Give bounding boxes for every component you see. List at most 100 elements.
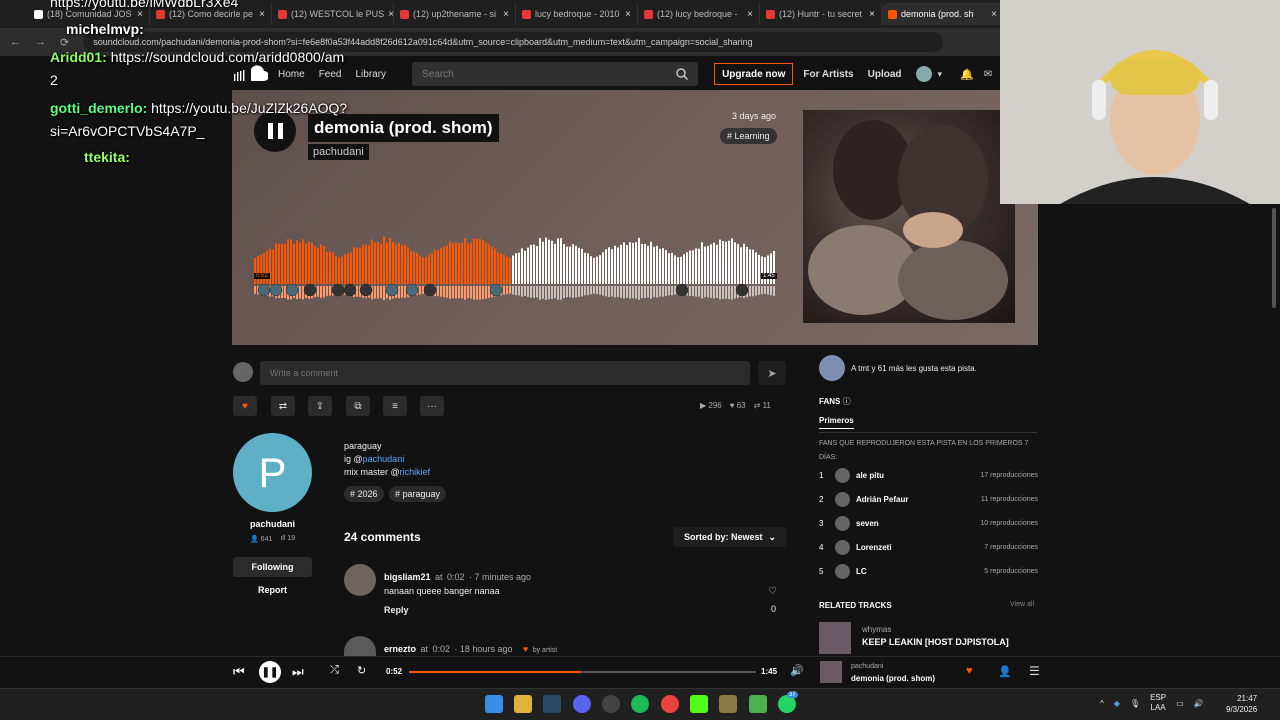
track-artist-link[interactable]: pachudani	[308, 144, 369, 160]
volume-tray-icon[interactable]: 🔊	[1194, 699, 1204, 708]
related-title[interactable]: KEEP LEAKIN [HOST DJPISTOLA]	[862, 637, 1009, 647]
comment-user[interactable]: ernezto	[384, 644, 416, 654]
related-artwork[interactable]	[819, 622, 851, 654]
fan-row[interactable]: 1 ale pitu 17 reproducciones	[819, 467, 1038, 483]
steam-icon[interactable]	[543, 695, 561, 713]
related-artist[interactable]: whymas	[862, 625, 891, 634]
forward-icon[interactable]: →	[35, 36, 46, 48]
fan-name[interactable]: Lorenzeti	[856, 543, 892, 552]
volume-icon[interactable]: 🔊	[790, 664, 804, 677]
fan-avatar[interactable]	[835, 563, 850, 579]
comment-avatar[interactable]	[344, 636, 376, 656]
fan-row[interactable]: 3 seven 10 reproducciones	[819, 515, 1038, 531]
view-all-link[interactable]: View all	[1010, 601, 1034, 608]
fan-name[interactable]: Adrián Pefaur	[856, 495, 908, 504]
mention-link[interactable]: pachudani	[363, 454, 405, 464]
fan-name[interactable]: LC	[856, 567, 867, 576]
fan-row[interactable]: 2 Adrián Pefaur 11 reproducciones	[819, 491, 1038, 507]
upgrade-button[interactable]: Upgrade now	[714, 63, 794, 85]
back-icon[interactable]: ←	[10, 36, 21, 48]
chevron-down-icon[interactable]: ▾	[938, 69, 943, 80]
share-button[interactable]: ⇪	[308, 396, 332, 416]
copy-link-button[interactable]: ⧉	[346, 396, 370, 416]
comment-like-icon[interactable]: ♡	[768, 586, 777, 597]
discord-icon[interactable]	[573, 695, 591, 713]
artist-avatar[interactable]: P	[233, 433, 312, 512]
nav-library[interactable]: Library	[355, 69, 386, 80]
messages-icon[interactable]: ✉	[984, 69, 992, 80]
browser-tab[interactable]: demonia (prod. sh ×	[882, 3, 1004, 25]
shuffle-icon[interactable]: ⤮	[330, 664, 339, 677]
report-button[interactable]: Report	[233, 585, 312, 595]
upload-link[interactable]: Upload	[868, 69, 902, 80]
close-icon[interactable]: ×	[259, 9, 265, 20]
display-icon[interactable]: ▭	[1176, 699, 1184, 708]
player-pause-button[interactable]: ❚❚	[259, 661, 281, 683]
close-icon[interactable]: ×	[869, 9, 875, 20]
fan-avatar[interactable]	[835, 539, 850, 555]
reload-icon[interactable]: ⟳	[60, 36, 69, 49]
add-to-playlist-button[interactable]: ≡	[383, 396, 407, 416]
repeat-icon[interactable]: ↻	[357, 664, 366, 677]
tag-paraguay[interactable]: # paraguay	[389, 486, 447, 502]
reply-button[interactable]: Reply	[384, 605, 409, 615]
close-icon[interactable]: ×	[503, 9, 509, 20]
spotify-icon[interactable]	[631, 695, 649, 713]
send-icon[interactable]: ➤	[758, 361, 786, 385]
fan-avatar[interactable]	[835, 467, 850, 483]
close-icon[interactable]: ×	[625, 9, 631, 20]
waveform[interactable]	[254, 236, 776, 300]
file-explorer-icon[interactable]	[514, 695, 532, 713]
follow-artist-icon[interactable]: 👤	[998, 665, 1012, 678]
search-icon[interactable]	[676, 68, 689, 80]
repost-button[interactable]: ⇄	[271, 396, 295, 416]
language-indicator[interactable]: ESP LAA	[1150, 693, 1166, 713]
reposts-count[interactable]: ⇄ 11	[754, 401, 771, 410]
player-title[interactable]: demonia (prod. shom)	[851, 674, 935, 683]
genre-tag[interactable]: # Learning	[720, 128, 777, 144]
app-icon[interactable]	[602, 695, 620, 713]
browser-tab[interactable]: (12) WESTCOL le PUS ×	[272, 3, 394, 25]
queue-icon[interactable]: ☰	[1029, 664, 1040, 678]
mention-link[interactable]: richikief	[400, 467, 431, 477]
previous-icon[interactable]: ⏮	[233, 664, 245, 680]
notepad-icon[interactable]	[749, 695, 767, 713]
close-icon[interactable]: ×	[747, 9, 753, 20]
tag-2026[interactable]: # 2026	[344, 486, 384, 502]
player-artwork[interactable]	[820, 661, 842, 683]
nav-feed[interactable]: Feed	[319, 69, 342, 80]
windows-start-icon[interactable]	[485, 695, 503, 713]
fan-name[interactable]: seven	[856, 519, 879, 528]
following-button[interactable]: Following	[233, 557, 312, 577]
more-button[interactable]: ···	[420, 396, 444, 416]
progress-bar[interactable]	[409, 671, 756, 673]
soundcloud-logo-icon[interactable]	[232, 65, 268, 83]
artist-name[interactable]: pachudani	[233, 519, 312, 529]
browser-tab[interactable]: (12) lucy bedroque - ×	[638, 3, 760, 25]
browser-tab[interactable]: lucy bedroque - 2010 ×	[516, 3, 638, 25]
for-artists-link[interactable]: For Artists	[803, 69, 853, 80]
comment-input[interactable]	[260, 361, 750, 385]
followers-count[interactable]: 👤 641	[250, 535, 272, 543]
next-icon[interactable]: ⏭	[292, 664, 304, 680]
fan-name[interactable]: ale pitu	[856, 471, 884, 480]
browser-tab[interactable]: (12) Huntr - tu secret ×	[760, 3, 882, 25]
player-like-icon[interactable]: ♥	[966, 665, 973, 677]
microphone-icon[interactable]: 🎙	[1130, 699, 1140, 708]
browser-tab[interactable]: (12) up2thename - si ×	[394, 3, 516, 25]
likes-count[interactable]: ♥ 63	[730, 401, 746, 410]
user-avatar[interactable]	[915, 66, 932, 82]
chrome-icon[interactable]	[661, 695, 679, 713]
comment-user[interactable]: bigsliam21	[384, 572, 431, 582]
fan-avatar[interactable]	[835, 515, 850, 531]
player-artist[interactable]: pachudani	[851, 663, 883, 670]
chevron-up-icon[interactable]: ^	[1100, 699, 1104, 708]
tab-primeros[interactable]: Primeros	[819, 416, 854, 429]
fan-avatar[interactable]	[835, 491, 850, 507]
search-input[interactable]	[422, 68, 677, 80]
likers-text[interactable]: A tmt y 61 más les gusta esta pista.	[851, 364, 977, 373]
likers-avatar[interactable]	[819, 355, 845, 381]
minecraft-icon[interactable]	[719, 695, 737, 713]
close-icon[interactable]: ×	[137, 9, 143, 20]
comment-avatar[interactable]	[344, 564, 376, 596]
